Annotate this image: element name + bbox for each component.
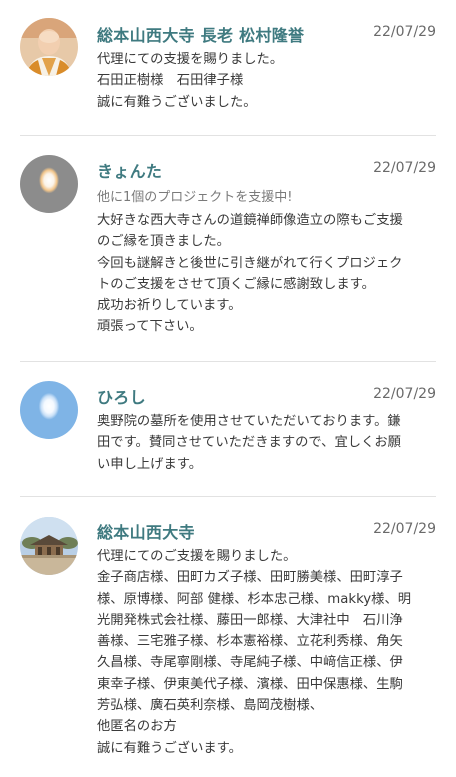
comment-line: 様、原博様、阿部 健様、杉本忠己様、makky様、明 xyxy=(97,591,412,607)
comment-feed: 総本山西大寺 長老 松村隆誉 22/07/29 代理にての支援を賜りました。 石… xyxy=(0,0,456,777)
monk-photo-icon xyxy=(20,18,78,76)
avatar-default[interactable] xyxy=(20,381,78,439)
comment-line: 誠に有難うございます。 xyxy=(97,740,242,756)
comment-item: 総本山西大寺 22/07/29 代理にてのご支援を賜りました。 金子商店様、田町… xyxy=(0,497,456,777)
comment-item: きょんた 22/07/29 他に1個のプロジェクトを支援中! 大好きな西大寺さん… xyxy=(0,136,456,362)
temple-photo-icon xyxy=(20,517,78,575)
commenter-name[interactable]: 総本山西大寺 長老 松村隆誉 xyxy=(97,22,304,46)
comment-line: 他匿名のお方 xyxy=(97,719,177,735)
commenter-name[interactable]: 総本山西大寺 xyxy=(97,519,195,543)
commenter-name[interactable]: ひろし xyxy=(97,384,146,408)
comment-line: 金子商店様、田町カズ子様、田町勝美様、田町淳子 xyxy=(97,570,403,586)
comment-line: 芳弘様、廣石英利奈様、島岡茂樹様、 xyxy=(97,698,324,714)
comment-date: 22/07/29 xyxy=(373,386,436,402)
default-user-icon xyxy=(20,381,78,439)
comment-line: 奥野院の墓所を使用させていただいております。鎌 xyxy=(97,414,401,429)
avatar-default[interactable] xyxy=(20,155,78,213)
comment-line: い申し上げます。 xyxy=(97,456,203,472)
comment-line: 東幸子様、伊東美代子様、濱様、田中保惠様、生駒 xyxy=(97,676,403,692)
default-user-icon xyxy=(20,155,78,213)
comment-line: 大好きな西大寺さんの道鏡禅師像造立の際もご支援 xyxy=(97,213,403,228)
avatar-temple[interactable] xyxy=(20,517,78,575)
support-note: 他に1個のプロジェクトを支援中! xyxy=(97,190,293,205)
comment-date: 22/07/29 xyxy=(373,521,436,537)
comment-date: 22/07/29 xyxy=(373,160,436,176)
comment-line: 代理にてのご支援を賜りました。 xyxy=(97,549,297,564)
avatar-monk[interactable] xyxy=(20,18,78,76)
comment-line: 代理にての支援を賜りました。 xyxy=(97,52,284,67)
comment-line: 善様、三宅雅子様、杉本憲裕様、立花利秀様、角矢 xyxy=(97,634,403,650)
comment-line: 久昌様、寺尾寧剛様、寺尾純子様、中﨑信正様、伊 xyxy=(97,655,403,671)
comment-body: 奥野院の墓所を使用させていただいております。鎌 田です。賛同させていただきますの… xyxy=(97,411,437,475)
comment-body: 代理にてのご支援を賜りました。 金子商店様、田町カズ子様、田町勝美様、田町淳子 … xyxy=(97,546,437,759)
commenter-name[interactable]: きょんた xyxy=(97,158,162,182)
comment-line: トのご支援をさせて頂くご縁に感謝致します。 xyxy=(97,276,375,292)
comment-line: 石田正樹様 石田律子様 xyxy=(97,73,244,89)
comment-body: 大好きな西大寺さんの道鏡禅師像造立の際もご支援 のご縁を頂きました。 今回も謎解… xyxy=(97,210,437,338)
comment-item: 総本山西大寺 長老 松村隆誉 22/07/29 代理にての支援を賜りました。 石… xyxy=(0,0,456,136)
comment-date: 22/07/29 xyxy=(373,24,436,40)
comment-body: 代理にての支援を賜りました。 石田正樹様 石田律子様 誠に有難うございました。 xyxy=(97,49,437,113)
comment-line: 頑張って下さい。 xyxy=(97,319,203,335)
comment-line: 成功お祈りしています。 xyxy=(97,298,242,314)
comment-line: 光開発株式会社様、藤田一郎様、大津社中 石川浄 xyxy=(97,612,403,628)
comment-item: ひろし 22/07/29 奥野院の墓所を使用させていただいております。鎌 田です… xyxy=(0,362,456,497)
comment-line: のご縁を頂きました。 xyxy=(97,234,230,250)
comment-line: 田です。賛同させていただきますので、宜しくお願 xyxy=(97,435,401,451)
comment-line: 誠に有難うございました。 xyxy=(97,94,257,110)
comment-line: 今回も謎解きと後世に引き継がれて行くプロジェク xyxy=(97,255,403,271)
